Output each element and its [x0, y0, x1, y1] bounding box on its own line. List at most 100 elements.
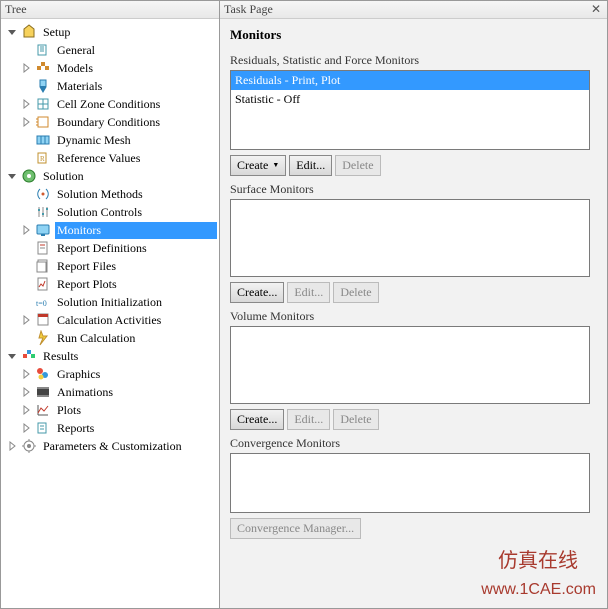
tree-label[interactable]: Solution Initialization: [55, 294, 217, 311]
expand-icon[interactable]: [21, 405, 31, 415]
collapse-icon[interactable]: [7, 351, 17, 361]
reportfile-icon: [35, 258, 51, 274]
task-panel: Task Page ✕ Monitors Residuals, Statisti…: [220, 1, 607, 608]
tree-label[interactable]: Run Calculation: [55, 330, 217, 347]
convergence-label: Convergence Monitors: [230, 436, 597, 451]
runcalc-icon: [35, 330, 51, 346]
mesh-icon: [35, 132, 51, 148]
setup-icon: [21, 24, 37, 40]
tree-label[interactable]: Plots: [55, 402, 217, 419]
reportplot-icon: [35, 276, 51, 292]
boundary-icon: [35, 114, 51, 130]
collapse-icon[interactable]: [7, 171, 17, 181]
expand-icon[interactable]: [21, 387, 31, 397]
tree-label[interactable]: Results: [41, 348, 217, 365]
models-icon: [35, 60, 51, 76]
tree-label[interactable]: Reference Values: [55, 150, 217, 167]
tree-label[interactable]: Solution Controls: [55, 204, 217, 221]
cellzone-icon: [35, 96, 51, 112]
residuals-listbox[interactable]: Residuals - Print, Plot Statistic - Off: [230, 70, 590, 150]
expand-icon[interactable]: [7, 441, 17, 451]
expand-icon[interactable]: [21, 117, 31, 127]
tree-label[interactable]: Calculation Activities: [55, 312, 217, 329]
tree-item-monitors[interactable]: Monitors: [3, 221, 219, 239]
tree-label[interactable]: Solution: [41, 168, 217, 185]
tree-item-models[interactable]: Models: [3, 59, 219, 77]
list-item[interactable]: Residuals - Print, Plot: [231, 71, 589, 90]
ref-icon: R: [35, 150, 51, 166]
tree-item-boundary-conditions[interactable]: Boundary Conditions: [3, 113, 219, 131]
tree-item-solution-methods[interactable]: Solution Methods: [3, 185, 219, 203]
tree-item-reports[interactable]: Reports: [3, 419, 219, 437]
tree-label[interactable]: Monitors: [55, 222, 217, 239]
expand-icon[interactable]: [21, 315, 31, 325]
tree-label[interactable]: Graphics: [55, 366, 217, 383]
residuals-create-button[interactable]: Create ▼: [230, 155, 286, 176]
tree-item-plots[interactable]: Plots: [3, 401, 219, 419]
task-title-header: Task Page: [224, 2, 273, 17]
tree-item-solution-initialization[interactable]: t=0Solution Initialization: [3, 293, 219, 311]
tree-item-reference-values[interactable]: R Reference Values: [3, 149, 219, 167]
residuals-delete-button: Delete: [335, 155, 380, 176]
tree-item-calculation-activities[interactable]: Calculation Activities: [3, 311, 219, 329]
expand-icon[interactable]: [21, 63, 31, 73]
tree-item-general[interactable]: General: [3, 41, 219, 59]
tree-item-results[interactable]: Results: [3, 347, 219, 365]
tree-item-run-calculation[interactable]: Run Calculation: [3, 329, 219, 347]
tree-item-parameters-customization[interactable]: Parameters & Customization: [3, 437, 219, 455]
tree-label[interactable]: Cell Zone Conditions: [55, 96, 217, 113]
results-icon: [21, 348, 37, 364]
params-icon: [21, 438, 37, 454]
tree-label[interactable]: Boundary Conditions: [55, 114, 217, 131]
tree-label[interactable]: Dynamic Mesh: [55, 132, 217, 149]
list-item[interactable]: Statistic - Off: [231, 90, 589, 109]
volume-create-button[interactable]: Create...: [230, 409, 284, 430]
tree-item-dynamic-mesh[interactable]: Dynamic Mesh: [3, 131, 219, 149]
tree-item-solution[interactable]: Solution: [3, 167, 219, 185]
tree-item-animations[interactable]: Animations: [3, 383, 219, 401]
tree-item-report-plots[interactable]: Report Plots: [3, 275, 219, 293]
tree-label[interactable]: Report Plots: [55, 276, 217, 293]
tree-label[interactable]: Report Files: [55, 258, 217, 275]
anim-icon: [35, 384, 51, 400]
tree-label[interactable]: General: [55, 42, 217, 59]
tree-body[interactable]: SetupGeneralModelsMaterialsCell Zone Con…: [1, 19, 219, 608]
tree-item-solution-controls[interactable]: Solution Controls: [3, 203, 219, 221]
collapse-icon[interactable]: [7, 27, 17, 37]
reports-icon: [35, 420, 51, 436]
expand-icon[interactable]: [21, 99, 31, 109]
graphics-icon: [35, 366, 51, 382]
tree-label[interactable]: Parameters & Customization: [41, 438, 217, 455]
tree-label[interactable]: Setup: [41, 24, 217, 41]
tree-label[interactable]: Animations: [55, 384, 217, 401]
tree-item-report-definitions[interactable]: Report Definitions: [3, 239, 219, 257]
expand-icon[interactable]: [21, 423, 31, 433]
tree-item-report-files[interactable]: Report Files: [3, 257, 219, 275]
svg-text:R: R: [40, 155, 45, 163]
tree-label[interactable]: Report Definitions: [55, 240, 217, 257]
close-icon[interactable]: ✕: [589, 2, 603, 17]
residuals-edit-button[interactable]: Edit...: [289, 155, 332, 176]
surface-listbox[interactable]: [230, 199, 590, 277]
page-title: Monitors: [230, 27, 597, 43]
expand-icon[interactable]: [21, 369, 31, 379]
tree-title: Tree: [5, 2, 27, 17]
surface-create-button[interactable]: Create...: [230, 282, 284, 303]
tree-label[interactable]: Reports: [55, 420, 217, 437]
convergence-listbox[interactable]: [230, 453, 590, 513]
tree-label[interactable]: Materials: [55, 78, 217, 95]
calcact-icon: [35, 312, 51, 328]
tree-item-materials[interactable]: Materials: [3, 77, 219, 95]
volume-listbox[interactable]: [230, 326, 590, 404]
init-icon: t=0: [35, 294, 51, 310]
tree-label[interactable]: Solution Methods: [55, 186, 217, 203]
volume-delete-button: Delete: [333, 409, 378, 430]
surface-edit-button: Edit...: [287, 282, 330, 303]
task-header: Task Page ✕: [220, 1, 607, 19]
convergence-manager-button: Convergence Manager...: [230, 518, 361, 539]
tree-item-setup[interactable]: Setup: [3, 23, 219, 41]
tree-item-graphics[interactable]: Graphics: [3, 365, 219, 383]
tree-item-cell-zone-conditions[interactable]: Cell Zone Conditions: [3, 95, 219, 113]
tree-label[interactable]: Models: [55, 60, 217, 77]
expand-icon[interactable]: [21, 225, 31, 235]
